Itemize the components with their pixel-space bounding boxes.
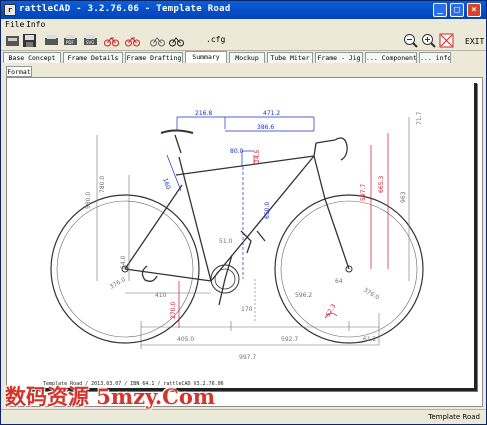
watermark: 数码资源 5mzy.Com	[5, 384, 216, 409]
dim-wheel-left: 376.0	[109, 276, 128, 291]
tab-base-concept[interactable]: Base Concept	[3, 52, 61, 63]
zoom-out-icon	[404, 34, 418, 48]
tab-frame-details[interactable]: Frame Details	[63, 52, 123, 63]
window-title: rattleCAD - 3.2.76.06 - Template Road	[19, 4, 231, 14]
export-pdf-button[interactable]: PDF	[63, 33, 78, 48]
app-window: r rattleCAD - 3.2.76.06 - Template Road …	[0, 0, 487, 425]
open-file-button[interactable]	[5, 33, 20, 48]
tab-info[interactable]: ... info	[419, 52, 451, 63]
printer-svg-icon: SVG	[84, 35, 97, 45]
dim-top-left: 216.8	[195, 110, 212, 117]
dim-fork-length: 597.7	[360, 184, 367, 201]
dim-seat-offset: 80.0	[230, 148, 244, 155]
save-icon	[23, 34, 36, 47]
dim-trail: 52.3	[325, 303, 338, 318]
menu-bar: File Info	[1, 19, 486, 31]
zoom-in-button[interactable]	[421, 33, 436, 48]
dim-front-center: 596.2	[295, 292, 312, 299]
print-icon	[45, 35, 58, 45]
bike-red-button[interactable]	[104, 33, 119, 48]
dim-top-total: 471.2	[263, 110, 280, 117]
maximize-button[interactable]: □	[450, 3, 464, 17]
svg-text:SVG: SVG	[86, 40, 94, 45]
app-icon: r	[4, 4, 16, 16]
folder-icon	[6, 36, 19, 46]
toolbar: PDF SVG .cfg	[1, 31, 486, 51]
exit-button[interactable]: EXIT	[465, 37, 484, 46]
bicycle-gray-icon	[150, 37, 165, 47]
zoom-fit-button[interactable]	[439, 33, 454, 48]
tab-format[interactable]: Format	[6, 66, 32, 77]
bike-gray-button[interactable]	[150, 33, 165, 48]
dim-seat-tube: 580.0	[85, 192, 92, 209]
status-template-name: Template Road	[428, 413, 480, 421]
title-bar[interactable]: r rattleCAD - 3.2.76.06 - Template Road …	[1, 1, 486, 19]
tab-components[interactable]: ... Components	[365, 52, 417, 63]
main-tabs: Base Concept Frame Details Frame Draftin…	[3, 51, 486, 63]
bicycle-dark-icon	[169, 37, 184, 47]
zoom-out-button[interactable]	[403, 33, 418, 48]
tab-tube-miter[interactable]: Tube Miter	[267, 52, 313, 63]
tab-mockup[interactable]: Mockup	[229, 52, 265, 63]
drawing-sheet: 216.8 471.2 386.6 71.7 80.0 24.5 160 780…	[29, 83, 477, 391]
dim-head-angle: 160	[161, 177, 172, 190]
dim-chain-small: 51.0	[219, 238, 233, 245]
dim-bottom-mid: 592.7	[281, 336, 298, 343]
dim-wheelbase: 997.7	[239, 354, 256, 361]
dim-bb-small: 64.0	[120, 255, 127, 269]
svg-text:PDF: PDF	[66, 40, 74, 45]
tab-summary[interactable]: Summary	[185, 51, 227, 63]
dim-rear-center: 410	[155, 292, 167, 299]
bicycle-red-icon	[104, 37, 119, 47]
frame	[124, 129, 350, 306]
tab-frame-jig[interactable]: Frame - Jig	[315, 52, 363, 63]
zoom-in-icon	[422, 34, 436, 48]
export-svg-button[interactable]: SVG	[83, 33, 98, 48]
config-label[interactable]: .cfg	[206, 35, 225, 44]
bicycle-red-icon	[125, 37, 140, 47]
status-bar: Template Road	[1, 409, 486, 424]
dim-crank: 170	[241, 306, 253, 313]
dim-front-height: 665.3	[378, 176, 385, 193]
bike-dark-button[interactable]	[169, 33, 184, 48]
dim-bb-height: 270.0	[170, 302, 177, 319]
tab-frame-drafting[interactable]: Frame Drafting	[125, 52, 183, 63]
menu-file[interactable]: File	[5, 20, 24, 29]
minimize-button[interactable]: _	[433, 3, 447, 17]
dim-stack-small: 24.5	[254, 149, 261, 163]
menu-info[interactable]: Info	[26, 20, 45, 29]
dimensions-red	[178, 133, 389, 328]
dim-down-height: 650.0	[264, 202, 271, 219]
dimensions-gray	[96, 117, 410, 349]
dim-top-right: 71.7	[416, 111, 423, 125]
bike-red-alt-button[interactable]	[125, 33, 140, 48]
save-button[interactable]	[22, 33, 37, 48]
dim-bottom-right: 61.2	[363, 336, 377, 343]
dim-bb-drop: 64	[335, 278, 343, 285]
zoom-fit-icon	[439, 33, 454, 48]
close-button[interactable]: ×	[467, 3, 481, 17]
print-button[interactable]	[44, 33, 59, 48]
dim-reach-inner: 386.6	[257, 124, 274, 131]
drawing-canvas[interactable]: 216.8 471.2 386.6 71.7 80.0 24.5 160 780…	[6, 77, 483, 407]
printer-pdf-icon: PDF	[64, 35, 77, 45]
dim-right-height: 963	[400, 191, 407, 203]
dim-seat-height: 780.0	[99, 176, 106, 193]
dim-wheel-right: 376.0	[362, 287, 381, 302]
bike-geometry-drawing: 216.8 471.2 386.6 71.7 80.0 24.5 160 780…	[50, 110, 424, 361]
dim-bottom-left: 405.0	[177, 336, 194, 343]
